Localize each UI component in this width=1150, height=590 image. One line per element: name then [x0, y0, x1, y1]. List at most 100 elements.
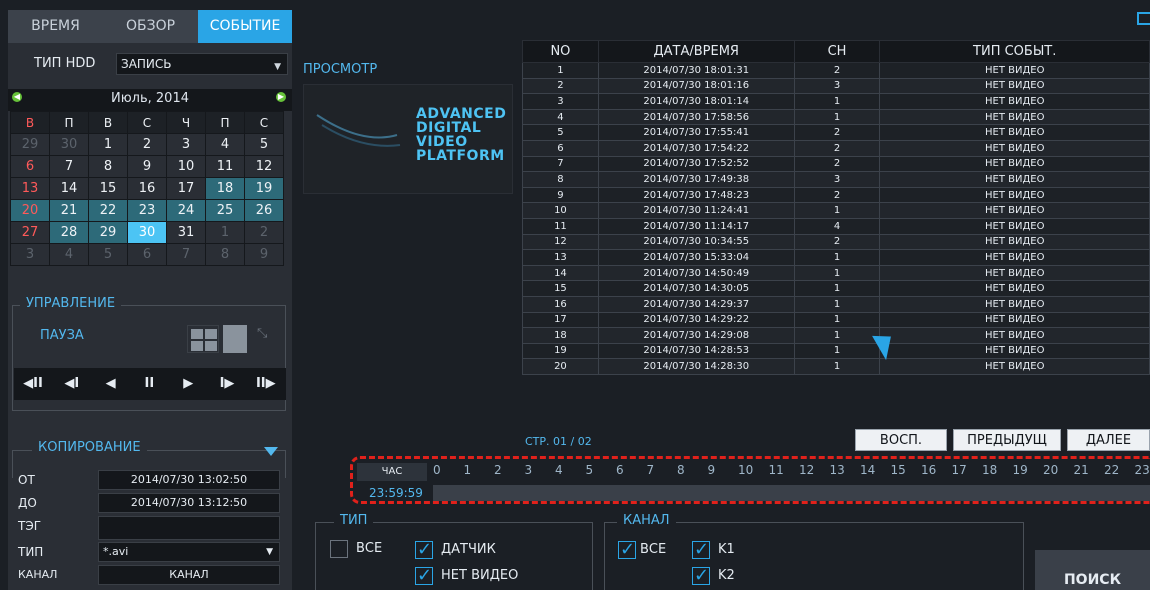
sensor-checkbox[interactable]: [415, 539, 433, 560]
table-row[interactable]: 3 2014/07/30 18:01:14 1 НЕТ ВИДЕО: [522, 93, 1150, 110]
collapse-arrow-icon[interactable]: [264, 447, 278, 456]
calendar-day[interactable]: 24: [166, 199, 206, 222]
calendar-day[interactable]: 10: [166, 155, 206, 178]
table-row[interactable]: 7 2014/07/30 17:52:52 2 НЕТ ВИДЕО: [522, 155, 1150, 173]
calendar-day[interactable]: 3: [10, 243, 50, 266]
hour-button[interactable]: ЧАС: [357, 463, 427, 481]
single-layout-icon[interactable]: [223, 325, 247, 353]
playback-button[interactable]: ◀II: [14, 368, 52, 400]
table-row[interactable]: 6 2014/07/30 17:54:22 2 НЕТ ВИДЕО: [522, 139, 1150, 157]
calendar-day[interactable]: 27: [10, 221, 50, 244]
calendar-day[interactable]: 18: [205, 177, 245, 200]
calendar-day[interactable]: 2: [244, 221, 284, 244]
calendar-day[interactable]: 7: [166, 243, 206, 266]
table-row[interactable]: 5 2014/07/30 17:55:41 2 НЕТ ВИДЕО: [522, 124, 1150, 141]
table-row[interactable]: 8 2014/07/30 17:49:38 3 НЕТ ВИДЕО: [522, 171, 1150, 188]
timeline-bar[interactable]: [433, 485, 1150, 501]
calendar-day[interactable]: 4: [205, 133, 245, 156]
table-cell: 19: [522, 342, 599, 360]
k1-checkbox[interactable]: [692, 539, 710, 560]
table-row[interactable]: 18 2014/07/30 14:29:08 1 НЕТ ВИДЕО: [522, 327, 1150, 344]
calendar-day[interactable]: 7: [49, 155, 89, 178]
calendar-day[interactable]: 19: [244, 177, 284, 200]
calendar-day[interactable]: 16: [127, 177, 167, 200]
calendar-day[interactable]: 11: [205, 155, 245, 178]
table-cell: 2: [793, 124, 881, 141]
type-select[interactable]: *.avi ▼: [98, 542, 280, 562]
k2-checkbox[interactable]: [692, 565, 710, 586]
calendar-day[interactable]: 6: [127, 243, 167, 266]
table-row[interactable]: 1 2014/07/30 18:01:31 2 НЕТ ВИДЕО: [522, 62, 1150, 79]
next-button[interactable]: ДАЛЕЕ: [1067, 429, 1150, 451]
channel-button[interactable]: КАНАЛ: [98, 565, 280, 585]
to-field[interactable]: 2014/07/30 13:12:50: [98, 493, 280, 513]
tag-field[interactable]: [98, 516, 280, 540]
calendar-day[interactable]: 8: [205, 243, 245, 266]
calendar-day[interactable]: 9: [127, 155, 167, 178]
calendar-day[interactable]: 29: [10, 133, 50, 156]
calendar-day[interactable]: 14: [49, 177, 89, 200]
playback-button[interactable]: I▶: [208, 368, 246, 400]
table-row[interactable]: 10 2014/07/30 11:24:41 1 НЕТ ВИДЕО: [522, 202, 1150, 219]
table-row[interactable]: 20 2014/07/30 14:28:30 1 НЕТ ВИДЕО: [522, 358, 1150, 375]
playback-button[interactable]: ◀I: [53, 368, 91, 400]
calendar-day[interactable]: 6: [10, 155, 50, 178]
table-row[interactable]: 4 2014/07/30 17:58:56 1 НЕТ ВИДЕО: [522, 108, 1150, 126]
calendar-day[interactable]: 1: [88, 133, 128, 156]
calendar-day[interactable]: 20: [10, 199, 50, 222]
calendar-day[interactable]: 26: [244, 199, 284, 222]
fullscreen-icon[interactable]: ⤡: [257, 326, 267, 341]
playback-button[interactable]: ▶: [169, 368, 207, 400]
calendar-day[interactable]: 25: [205, 199, 245, 222]
calendar-day[interactable]: 2: [127, 133, 167, 156]
calendar-day[interactable]: 28: [49, 221, 89, 244]
calendar-day[interactable]: 8: [88, 155, 128, 178]
tab-time[interactable]: ВРЕМЯ: [8, 10, 103, 43]
playback-button[interactable]: ◀: [92, 368, 130, 400]
calendar-day[interactable]: 23: [127, 199, 167, 222]
calendar-day[interactable]: 13: [10, 177, 50, 200]
calendar-day[interactable]: 3: [166, 133, 206, 156]
all-channels-checkbox[interactable]: [618, 539, 636, 560]
table-row[interactable]: 13 2014/07/30 15:33:04 1 НЕТ ВИДЕО: [522, 249, 1150, 266]
playback-button[interactable]: II▶: [247, 368, 285, 400]
table-row[interactable]: 15 2014/07/30 14:30:05 1 НЕТ ВИДЕО: [522, 280, 1150, 297]
table-row[interactable]: 2 2014/07/30 18:01:16 3 НЕТ ВИДЕО: [522, 77, 1150, 95]
calendar-day[interactable]: 30: [49, 133, 89, 156]
calendar-day[interactable]: 30: [127, 221, 167, 244]
calendar-day[interactable]: 21: [49, 199, 89, 222]
tab-overview[interactable]: ОБЗОР: [103, 10, 198, 43]
calendar-day[interactable]: 31: [166, 221, 206, 244]
calendar-day[interactable]: 5: [244, 133, 284, 156]
play-button[interactable]: ВОСП.: [855, 429, 947, 451]
calendar-day[interactable]: 1: [205, 221, 245, 244]
playback-button[interactable]: II: [130, 368, 168, 400]
calendar-day[interactable]: 22: [88, 199, 128, 222]
calendar-day[interactable]: 15: [88, 177, 128, 200]
from-field[interactable]: 2014/07/30 13:02:50: [98, 470, 280, 490]
calendar-day[interactable]: 12: [244, 155, 284, 178]
tab-event[interactable]: СОБЫТИЕ: [198, 10, 292, 43]
previous-button[interactable]: ПРЕДЫДУЩ: [953, 429, 1061, 451]
table-cell: НЕТ ВИДЕО: [879, 217, 1150, 235]
quad-layout-icon[interactable]: [187, 325, 219, 353]
calendar-day[interactable]: 29: [88, 221, 128, 244]
calendar-day[interactable]: 9: [244, 243, 284, 266]
table-row[interactable]: 19 2014/07/30 14:28:53 1 НЕТ ВИДЕО: [522, 342, 1150, 360]
table-row[interactable]: 9 2014/07/30 17:48:23 2 НЕТ ВИДЕО: [522, 186, 1150, 204]
table-row[interactable]: 16 2014/07/30 14:29:37 1 НЕТ ВИДЕО: [522, 295, 1150, 313]
table-row[interactable]: 12 2014/07/30 10:34:55 2 НЕТ ВИДЕО: [522, 233, 1150, 251]
table-row[interactable]: 14 2014/07/30 14:50:49 1 НЕТ ВИДЕО: [522, 264, 1150, 282]
next-month-icon[interactable]: ▶: [276, 92, 286, 102]
exit-icon[interactable]: [1137, 12, 1150, 25]
no-video-checkbox[interactable]: [415, 565, 433, 586]
calendar-day[interactable]: 17: [166, 177, 206, 200]
all-type-checkbox[interactable]: [330, 540, 348, 558]
table-cell: НЕТ ВИДЕО: [879, 186, 1150, 204]
table-row[interactable]: 11 2014/07/30 11:14:17 4 НЕТ ВИДЕО: [522, 217, 1150, 235]
calendar-day[interactable]: 5: [88, 243, 128, 266]
hdd-type-select[interactable]: ЗАПИСЬ ▼: [116, 53, 288, 75]
search-button[interactable]: ПОИСК: [1035, 550, 1150, 590]
table-row[interactable]: 17 2014/07/30 14:29:22 1 НЕТ ВИДЕО: [522, 311, 1150, 329]
calendar-day[interactable]: 4: [49, 243, 89, 266]
